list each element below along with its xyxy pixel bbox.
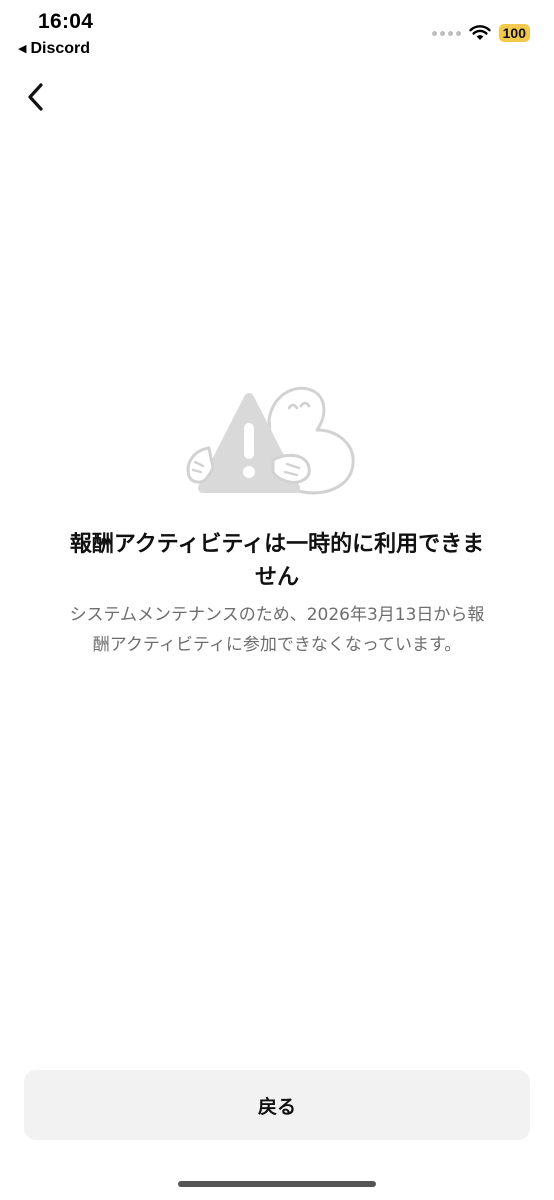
status-back-to-app[interactable]: ◀ Discord xyxy=(18,40,90,58)
status-time: 16:04 xyxy=(38,10,94,33)
cellular-signal-icon xyxy=(431,30,461,36)
screen: 16:04 ◀ Discord 100 報酬アクティビティは一時的に利用できませ… xyxy=(0,0,554,1200)
chevron-left-icon xyxy=(28,83,43,111)
error-description: システムメンテナンスのため、2026年3月13日から報酬アクティビティに参加でき… xyxy=(69,605,485,655)
battery-indicator: 100 xyxy=(498,24,530,42)
status-indicators: 100 xyxy=(431,24,530,42)
return-button[interactable]: 戻る xyxy=(24,1070,530,1140)
home-indicator[interactable] xyxy=(178,1181,376,1187)
warning-mascot-illustration xyxy=(186,386,355,495)
back-button[interactable] xyxy=(20,80,50,114)
wifi-icon xyxy=(468,25,491,40)
status-back-app-label: Discord xyxy=(30,40,91,57)
error-title: 報酬アクティビティは一時的に利用できません xyxy=(69,532,485,590)
back-triangle-icon: ◀ xyxy=(18,42,27,55)
